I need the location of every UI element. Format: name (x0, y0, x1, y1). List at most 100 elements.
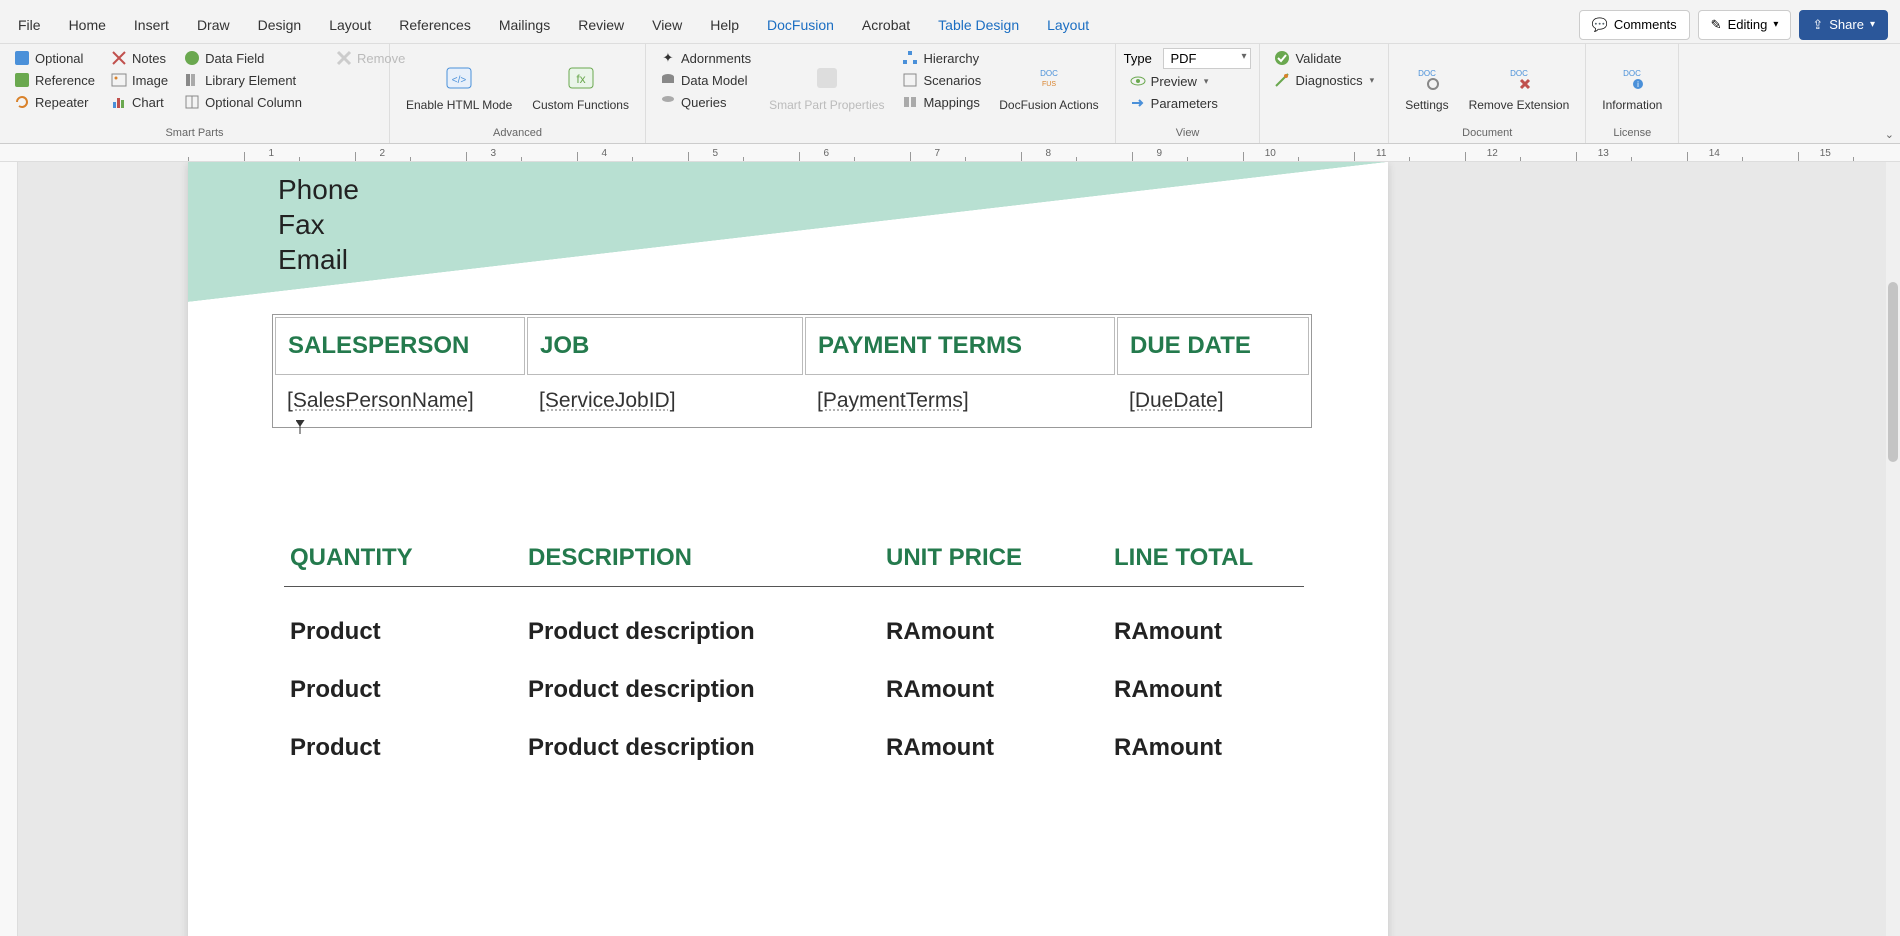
chevron-down-icon: ▾ (1370, 75, 1375, 86)
remove-extension-button[interactable]: DOC Remove Extension (1461, 48, 1578, 127)
menu-help[interactable]: Help (696, 9, 753, 41)
datamodel-button[interactable]: Data Model (654, 70, 757, 90)
header-text-block[interactable]: Phone Fax Email (278, 172, 359, 277)
horizontal-ruler[interactable]: 123456789101112131415161718 (0, 144, 1900, 162)
svg-text:DOC: DOC (1510, 69, 1528, 78)
queries-button[interactable]: Queries (654, 92, 757, 112)
items-th-unitprice[interactable]: UNIT PRICE (882, 534, 1108, 584)
items-header-table[interactable]: QUANTITY DESCRIPTION UNIT PRICE LINE TOT… (284, 532, 1304, 587)
header-phone[interactable]: Phone (278, 172, 359, 207)
info-th-duedate[interactable]: DUE DATE (1117, 317, 1309, 375)
editing-mode-button[interactable]: ✎Editing▾ (1698, 10, 1792, 40)
diagnostics-button[interactable]: Diagnostics▾ (1268, 70, 1380, 90)
svg-text:DOC: DOC (1040, 69, 1058, 78)
page: Phone Fax Email SALESPERSON JOB PAYMENT … (188, 162, 1388, 936)
scenarios-button[interactable]: Scenarios (896, 70, 987, 90)
menu-acrobat[interactable]: Acrobat (848, 9, 924, 41)
info-td-duedate[interactable]: [DueDate] (1117, 377, 1309, 425)
document-area[interactable]: Phone Fax Email SALESPERSON JOB PAYMENT … (18, 162, 1886, 936)
scrollbar-thumb[interactable] (1888, 282, 1898, 462)
svg-text:DOC: DOC (1623, 69, 1641, 78)
reference-icon (14, 72, 30, 88)
image-button[interactable]: Image (105, 70, 174, 90)
adornments-icon: ✦ (660, 50, 676, 66)
info-th-job[interactable]: JOB (527, 317, 803, 375)
items-rows-table[interactable]: ProductProduct descriptionRAmountRAmount… (284, 602, 1304, 778)
chevron-down-icon: ▾ (1773, 19, 1778, 30)
items-th-linetotal[interactable]: LINE TOTAL (1110, 534, 1302, 584)
type-select[interactable]: PDF (1163, 48, 1251, 69)
svg-text:FUS: FUS (1042, 81, 1056, 88)
group-label-empty1 (654, 127, 1107, 141)
svg-text:DOC: DOC (1418, 69, 1436, 78)
type-row: Type PDF (1124, 48, 1252, 69)
preview-button[interactable]: Preview▾ (1124, 71, 1252, 91)
arrow-right-icon (1130, 95, 1146, 111)
validate-button[interactable]: Validate (1268, 48, 1380, 68)
info-th-paymentterms[interactable]: PAYMENT TERMS (805, 317, 1115, 375)
docfusion-icon: DOC FUS (1033, 62, 1065, 94)
menu-insert[interactable]: Insert (120, 9, 183, 41)
image-icon (111, 72, 127, 88)
menu-tabledesign[interactable]: Table Design (924, 9, 1033, 41)
hierarchy-button[interactable]: Hierarchy (896, 48, 987, 68)
parameters-button[interactable]: Parameters (1124, 93, 1252, 113)
menu-design[interactable]: Design (244, 9, 316, 41)
scenarios-icon (902, 72, 918, 88)
mappings-button[interactable]: Mappings (896, 92, 987, 112)
optional-button[interactable]: Optional (8, 48, 101, 68)
info-table[interactable]: SALESPERSON JOB PAYMENT TERMS DUE DATE [… (272, 314, 1312, 428)
vertical-ruler[interactable] (0, 162, 18, 936)
info-icon: DOCi (1616, 62, 1648, 94)
information-button[interactable]: DOCi Information (1594, 48, 1670, 127)
html-icon: </> (443, 62, 475, 94)
group-label-advanced: Advanced (398, 127, 637, 141)
docfusion-actions-button[interactable]: DOCFUS DocFusion Actions (991, 48, 1106, 127)
reference-button[interactable]: Reference (8, 70, 101, 90)
comments-button[interactable]: 💬Comments (1579, 10, 1690, 40)
notes-icon (111, 50, 127, 66)
settings-icon: DOC (1411, 62, 1443, 94)
menu-mailings[interactable]: Mailings (485, 9, 564, 41)
datafield-button[interactable]: Data Field (178, 48, 308, 68)
items-th-quantity[interactable]: QUANTITY (286, 534, 522, 584)
menu-file[interactable]: File (4, 9, 55, 41)
menu-docfusion[interactable]: DocFusion (753, 9, 848, 41)
vertical-scrollbar[interactable] (1886, 162, 1900, 936)
enable-html-button[interactable]: </> Enable HTML Mode (398, 48, 520, 127)
adornments-button[interactable]: ✦Adornments (654, 48, 757, 68)
chart-button[interactable]: Chart (105, 92, 174, 112)
menu-draw[interactable]: Draw (183, 9, 244, 41)
share-icon: ⇪ (1812, 17, 1823, 33)
libraryelement-button[interactable]: Library Element (178, 70, 308, 90)
ribbon-collapse-button[interactable]: ⌄ (1885, 128, 1894, 141)
remove-extension-icon: DOC (1503, 62, 1535, 94)
table-row[interactable]: ProductProduct descriptionRAmountRAmount (286, 662, 1302, 718)
table-row[interactable]: ProductProduct descriptionRAmountRAmount (286, 720, 1302, 776)
header-fax[interactable]: Fax (278, 207, 359, 242)
menu-review[interactable]: Review (564, 9, 638, 41)
menu-layout-contextual[interactable]: Layout (1033, 9, 1103, 41)
header-email[interactable]: Email (278, 242, 359, 277)
repeater-button[interactable]: Repeater (8, 92, 101, 112)
datamodel-icon (660, 72, 676, 88)
table-row[interactable]: ProductProduct descriptionRAmountRAmount (286, 604, 1302, 660)
info-td-salesperson[interactable]: [SalesPersonName] (275, 377, 525, 425)
info-td-paymentterms[interactable]: [PaymentTerms] (805, 377, 1115, 425)
group-label-license: License (1594, 127, 1670, 141)
optionalcolumn-button[interactable]: Optional Column (178, 92, 308, 112)
mappings-icon (902, 94, 918, 110)
menu-layout[interactable]: Layout (315, 9, 385, 41)
menu-references[interactable]: References (385, 9, 485, 41)
ribbon: Optional Reference Repeater Notes Image … (0, 44, 1900, 144)
notes-button[interactable]: Notes (105, 48, 174, 68)
menu-view[interactable]: View (638, 9, 696, 41)
share-button[interactable]: ⇪Share▾ (1799, 10, 1888, 40)
info-td-job[interactable]: [ServiceJobID] (527, 377, 803, 425)
menu-home[interactable]: Home (55, 9, 120, 41)
settings-button[interactable]: DOC Settings (1397, 48, 1456, 127)
custom-functions-button[interactable]: fx Custom Functions (524, 48, 637, 127)
datafield-icon (184, 50, 200, 66)
items-th-description[interactable]: DESCRIPTION (524, 534, 880, 584)
info-th-salesperson[interactable]: SALESPERSON (275, 317, 525, 375)
